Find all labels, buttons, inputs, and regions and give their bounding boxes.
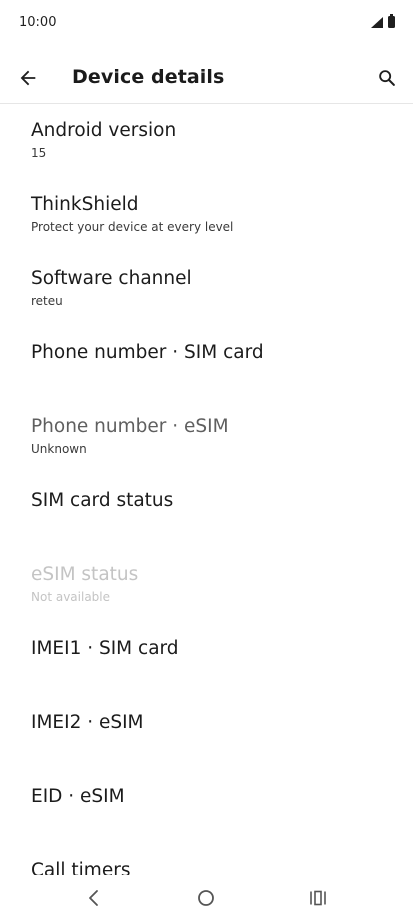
arrow-back-icon bbox=[20, 70, 36, 86]
item-title: IMEI2 · eSIM bbox=[31, 712, 144, 733]
item-title: SIM card status bbox=[31, 490, 174, 511]
status-time: 10:00 bbox=[19, 15, 57, 30]
imei2-esim-item[interactable]: IMEI2 · eSIM bbox=[0, 697, 413, 771]
sim-card-status-item[interactable]: SIM card status bbox=[0, 475, 413, 549]
search-icon bbox=[379, 70, 395, 86]
page-title: Device details bbox=[72, 66, 225, 88]
item-subtitle: Not available bbox=[31, 590, 111, 604]
back-button[interactable] bbox=[12, 62, 44, 94]
software-channel-item[interactable]: Software channel reteu bbox=[0, 253, 413, 327]
item-subtitle: Unknown bbox=[31, 442, 87, 456]
esim-status-item: eSIM status Not available bbox=[0, 549, 413, 623]
nav-back-button[interactable] bbox=[78, 884, 110, 912]
navigation-bar bbox=[0, 876, 413, 920]
item-title: Call timers bbox=[31, 860, 131, 875]
item-title: Phone number · SIM card bbox=[31, 342, 264, 363]
android-version-item[interactable]: Android version 15 bbox=[0, 105, 413, 179]
settings-list[interactable]: Android version 15 ThinkShield Protect y… bbox=[0, 105, 413, 875]
signal-icon bbox=[371, 16, 383, 28]
eid-esim-item[interactable]: EID · eSIM bbox=[0, 771, 413, 845]
imei1-sim-item[interactable]: IMEI1 · SIM card bbox=[0, 623, 413, 697]
item-title: IMEI1 · SIM card bbox=[31, 638, 179, 659]
thinkshield-item[interactable]: ThinkShield Protect your device at every… bbox=[0, 179, 413, 253]
app-bar: Device details bbox=[0, 52, 413, 104]
nav-recents-icon bbox=[310, 890, 326, 906]
nav-home-icon bbox=[198, 890, 214, 906]
item-subtitle: reteu bbox=[31, 294, 63, 308]
item-title: EID · eSIM bbox=[31, 786, 125, 807]
item-title: Phone number · eSIM bbox=[31, 416, 229, 437]
battery-icon bbox=[388, 14, 395, 28]
item-title: eSIM status bbox=[31, 564, 139, 585]
item-title: ThinkShield bbox=[31, 194, 139, 215]
phone-number-esim-item[interactable]: Phone number · eSIM Unknown bbox=[0, 401, 413, 475]
nav-recents-button[interactable] bbox=[302, 884, 334, 912]
search-button[interactable] bbox=[371, 62, 403, 94]
item-subtitle: Protect your device at every level bbox=[31, 220, 234, 234]
item-subtitle: 15 bbox=[31, 146, 47, 160]
item-title: Android version bbox=[31, 120, 177, 141]
nav-home-button[interactable] bbox=[190, 884, 222, 912]
call-timers-item[interactable]: Call timers bbox=[0, 845, 413, 875]
status-icons bbox=[371, 14, 395, 28]
device-details-screen: 10:00 Device details Android version 15 … bbox=[0, 0, 413, 920]
status-bar: 10:00 bbox=[0, 0, 413, 46]
nav-back-icon bbox=[89, 890, 98, 906]
item-title: Software channel bbox=[31, 268, 192, 289]
phone-number-sim-item[interactable]: Phone number · SIM card bbox=[0, 327, 413, 401]
